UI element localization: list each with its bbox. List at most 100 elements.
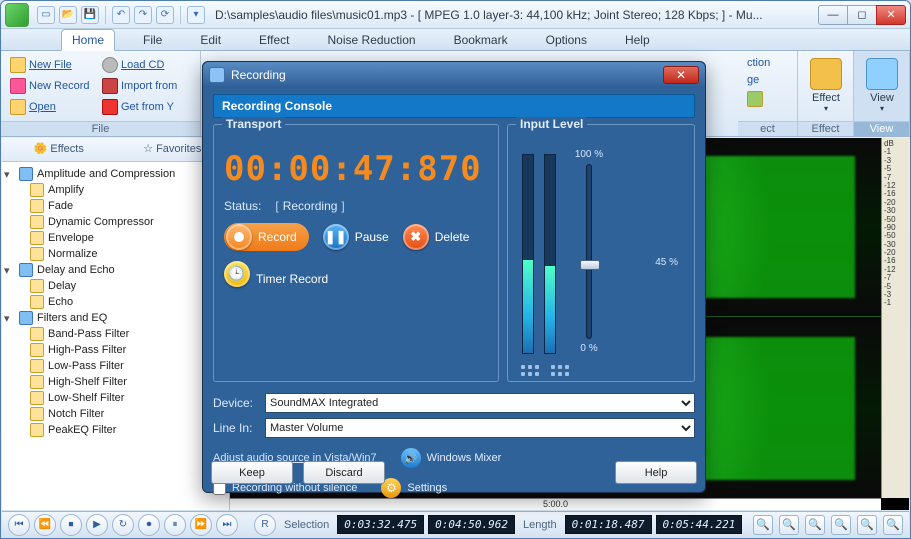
qa-save-icon[interactable]: 💾 <box>81 6 99 24</box>
qa-dropdown-icon[interactable]: ▾ <box>187 6 205 24</box>
ribbon-open[interactable]: Open <box>7 97 99 117</box>
tab-edit[interactable]: Edit <box>190 30 231 50</box>
tree-group-delay[interactable]: ▾Delay and Echo <box>4 262 227 278</box>
ribbon-youtube[interactable]: Get from Y <box>99 97 180 117</box>
timer-record-button[interactable]: 🕒Timer Record <box>224 261 328 297</box>
ribbon-view[interactable]: View▾ <box>860 55 904 121</box>
transport-play-icon[interactable]: ▶ <box>86 514 108 536</box>
transport-record-icon[interactable]: ⏺ <box>138 514 160 536</box>
transport-forward-icon[interactable]: ⏩ <box>190 514 212 536</box>
dialog-title: Recording <box>231 68 286 82</box>
maximize-button[interactable]: ◻ <box>847 5 877 25</box>
device-select[interactable]: SoundMAX Integrated <box>265 393 695 413</box>
tree-item[interactable]: Low-Pass Filter <box>4 358 227 374</box>
side-tab-effects[interactable]: 🌼 Effects <box>2 138 116 161</box>
zoom-1-icon[interactable]: 🔍 <box>805 515 825 535</box>
qa-open-icon[interactable]: 📂 <box>59 6 77 24</box>
tree-item[interactable]: PeakEQ Filter <box>4 422 227 438</box>
leaf-icon <box>30 247 44 261</box>
delete-button[interactable]: ✖Delete <box>403 224 470 250</box>
length-b: 0:05:44.221 <box>656 515 743 534</box>
tree-item[interactable]: Dynamic Compressor <box>4 214 227 230</box>
linein-select[interactable]: Master Volume <box>265 418 695 438</box>
transport-loop-icon[interactable]: ↻ <box>112 514 134 536</box>
slider-thumb[interactable] <box>580 260 600 270</box>
tab-effect[interactable]: Effect <box>249 30 299 50</box>
transport-r-button[interactable]: R <box>254 514 276 536</box>
qa-undo-icon[interactable]: ↶ <box>112 6 130 24</box>
effects-tree[interactable]: ▾Amplitude and Compression Amplify Fade … <box>2 162 229 510</box>
keep-button[interactable]: Keep <box>211 461 293 484</box>
transport-end-icon[interactable]: ⏭ <box>216 514 238 536</box>
leaf-icon <box>30 391 44 405</box>
zoom-full-icon[interactable]: 🔍 <box>883 515 903 535</box>
dialog-titlebar[interactable]: Recording ✕ <box>203 62 705 88</box>
tree-item[interactable]: Echo <box>4 294 227 310</box>
leaf-icon <box>30 423 44 437</box>
tree-item[interactable]: High-Shelf Filter <box>4 374 227 390</box>
tree-item[interactable]: Band-Pass Filter <box>4 326 227 342</box>
ribbon-small-icon[interactable] <box>744 89 773 109</box>
cd-icon <box>102 57 118 73</box>
tab-help[interactable]: Help <box>615 30 660 50</box>
transport-stop-icon[interactable]: ⏹ <box>60 514 82 536</box>
tree-item[interactable]: Fade <box>4 198 227 214</box>
qa-refresh-icon[interactable]: ⟳ <box>156 6 174 24</box>
qa-redo-icon[interactable]: ↷ <box>134 6 152 24</box>
tree-group-amplitude[interactable]: ▾Amplitude and Compression <box>4 166 227 182</box>
volume-slider[interactable] <box>586 164 592 339</box>
zoom-in-icon[interactable]: 🔍 <box>831 515 851 535</box>
zoom-out-icon[interactable]: 🔍 <box>857 515 877 535</box>
ribbon-effect[interactable]: Effect▾ <box>804 55 848 121</box>
ribbon-fragment-ction[interactable]: ction <box>744 55 773 71</box>
tree-group-filters[interactable]: ▾Filters and EQ <box>4 310 227 326</box>
leaf-icon <box>30 375 44 389</box>
selection-label: Selection <box>284 519 329 531</box>
tree-item[interactable]: High-Pass Filter <box>4 342 227 358</box>
meter-dots-left[interactable] <box>521 365 539 376</box>
record-button[interactable]: Record <box>224 223 309 251</box>
meter-dots-right[interactable] <box>551 365 569 376</box>
tree-item[interactable]: Amplify <box>4 182 227 198</box>
pause-button[interactable]: ❚❚Pause <box>323 224 389 250</box>
transport-rewind-icon[interactable]: ⏪ <box>34 514 56 536</box>
close-button[interactable]: ✕ <box>876 5 906 25</box>
qa-new-icon[interactable]: ▭ <box>37 6 55 24</box>
app-icon <box>5 3 29 27</box>
group-icon <box>19 263 33 277</box>
transport-pause-icon[interactable]: ⏸ <box>164 514 186 536</box>
ribbon-new-file[interactable]: New File <box>7 55 99 75</box>
zoom-sel-icon[interactable]: 🔍 <box>779 515 799 535</box>
ribbon-fragment-ge[interactable]: ge <box>744 72 773 88</box>
dialog-close-button[interactable]: ✕ <box>663 66 699 84</box>
ribbon-import[interactable]: Import from <box>99 76 180 96</box>
new-record-icon <box>10 78 26 94</box>
pause-icon: ❚❚ <box>323 224 349 250</box>
tab-file[interactable]: File <box>133 30 172 50</box>
record-icon <box>226 224 252 250</box>
tree-item[interactable]: Normalize <box>4 246 227 262</box>
new-file-icon <box>10 57 26 73</box>
ribbon-group-view-label: View <box>854 121 909 136</box>
tree-item[interactable]: Low-Shelf Filter <box>4 390 227 406</box>
leaf-icon <box>30 407 44 421</box>
db-scale: dB-1-3-5-7-12-16-20-30-50-90-50-30-20-16… <box>881 138 909 498</box>
leaf-icon <box>30 231 44 245</box>
help-button[interactable]: Help <box>615 461 697 484</box>
tree-item[interactable]: Delay <box>4 278 227 294</box>
ribbon-load-cd[interactable]: Load CD <box>99 55 180 75</box>
transport-start-icon[interactable]: ⏮ <box>8 514 30 536</box>
titlebar: ▭ 📂 💾 ↶ ↷ ⟳ ▾ D:\samples\audio files\mus… <box>1 1 910 29</box>
tab-noise-reduction[interactable]: Noise Reduction <box>318 30 426 50</box>
minimize-button[interactable]: — <box>818 5 848 25</box>
discard-button[interactable]: Discard <box>303 461 385 484</box>
zoom-fit-icon[interactable]: 🔍 <box>753 515 773 535</box>
tree-item[interactable]: Notch Filter <box>4 406 227 422</box>
tab-bookmark[interactable]: Bookmark <box>444 30 518 50</box>
ribbon-new-record[interactable]: New Record <box>7 76 99 96</box>
recording-icon <box>209 67 225 83</box>
import-icon <box>102 78 118 94</box>
tab-options[interactable]: Options <box>536 30 597 50</box>
tab-home[interactable]: Home <box>61 29 115 51</box>
tree-item[interactable]: Envelope <box>4 230 227 246</box>
